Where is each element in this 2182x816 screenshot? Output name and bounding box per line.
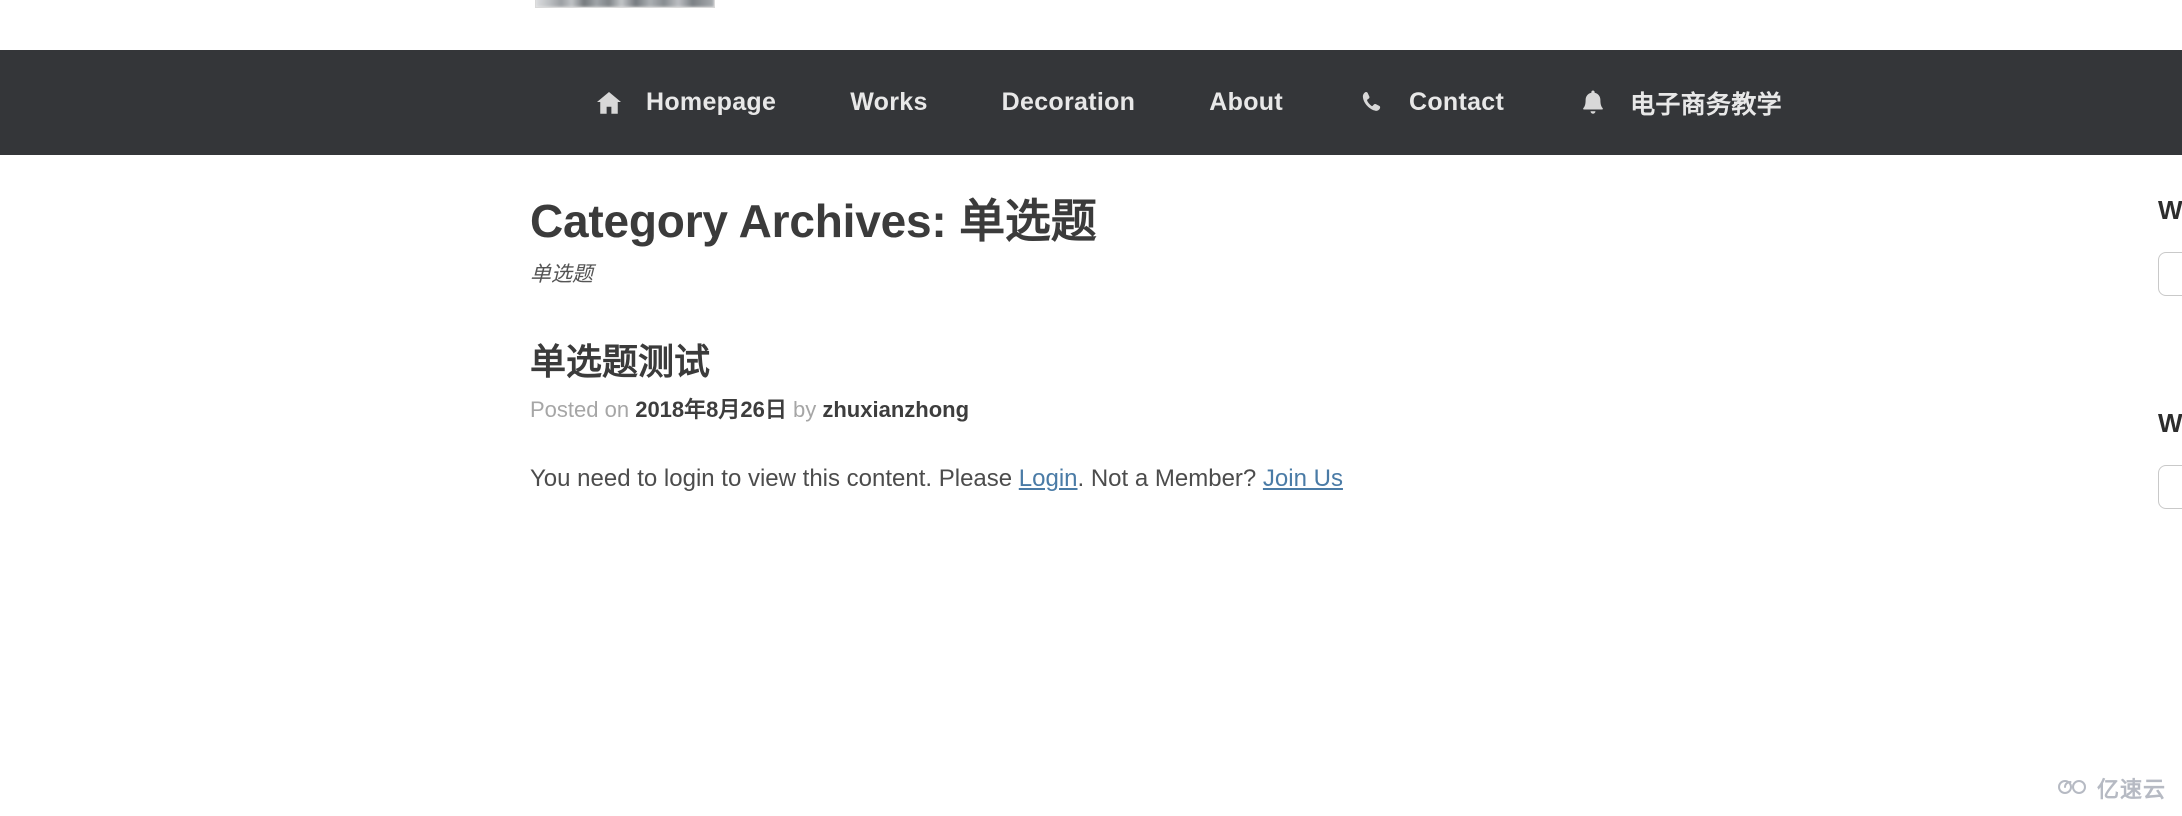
nav-item-ecommerce-teaching[interactable]: 电子商务教学 bbox=[1578, 85, 1782, 121]
phone-icon bbox=[1357, 88, 1387, 118]
post-meta-by-label: by bbox=[792, 397, 817, 423]
post-body-middle: . Not a Member? bbox=[1077, 464, 1263, 492]
sidebar-widget-2-title: W bbox=[2158, 408, 2182, 438]
post-item: 单选题测试 Posted on 2018年8月26日 by zhuxianzho… bbox=[530, 340, 1640, 497]
post-body: You need to login to view this content. … bbox=[530, 462, 1640, 497]
header-banner-image bbox=[535, 0, 715, 8]
nav-label-works: Works bbox=[850, 88, 928, 116]
header-banner-image-content bbox=[536, 0, 714, 7]
nav-item-works[interactable]: Works bbox=[850, 88, 927, 117]
nav-label-ecommerce-teaching: 电子商务教学 bbox=[1630, 90, 1782, 119]
archive-description: 单选题 bbox=[530, 262, 593, 286]
post-body-prefix: You need to login to view this content. … bbox=[530, 464, 1019, 492]
nav-label-about: About bbox=[1209, 88, 1283, 116]
main-navigation: Homepage Works Decoration About Contact … bbox=[0, 50, 2182, 155]
post-meta: Posted on 2018年8月26日 by zhuxianzhong bbox=[530, 396, 1640, 425]
post-meta-author[interactable]: zhuxianzhong bbox=[822, 397, 969, 422]
nav-item-about[interactable]: About bbox=[1209, 88, 1283, 117]
watermark: 亿速云 bbox=[2056, 772, 2166, 804]
main-content: Category Archives: 单选题 单选题 单选题测试 Posted … bbox=[530, 195, 1640, 521]
login-link[interactable]: Login bbox=[1019, 465, 1078, 492]
post-title[interactable]: 单选题测试 bbox=[530, 340, 1640, 383]
join-us-link[interactable]: Join Us bbox=[1263, 465, 1343, 492]
home-icon bbox=[594, 88, 624, 118]
nav-item-homepage[interactable]: Homepage bbox=[594, 88, 776, 118]
sidebar-widget-1-input[interactable] bbox=[2158, 252, 2182, 296]
sidebar: W W bbox=[2158, 195, 2182, 559]
sidebar-widget-1-title: W bbox=[2158, 195, 2182, 225]
watermark-text: 亿速云 bbox=[2096, 777, 2166, 802]
nav-item-contact[interactable]: Contact bbox=[1357, 88, 1504, 118]
page-title: Category Archives: 单选题 bbox=[530, 195, 1097, 247]
bell-icon bbox=[1578, 88, 1608, 118]
post-meta-date: 2018年8月26日 bbox=[635, 397, 787, 423]
nav-label-contact: Contact bbox=[1408, 88, 1505, 116]
sidebar-widget-2-input[interactable] bbox=[2158, 465, 2182, 509]
nav-item-decoration[interactable]: Decoration bbox=[1002, 88, 1136, 117]
post-meta-posted-label: Posted on bbox=[530, 397, 630, 423]
top-banner-strip bbox=[0, 0, 2182, 50]
cloud-icon bbox=[2056, 775, 2090, 802]
nav-label-decoration: Decoration bbox=[1001, 88, 1136, 116]
nav-label-homepage: Homepage bbox=[646, 88, 777, 116]
sidebar-widget-1: W bbox=[2158, 195, 2182, 296]
sidebar-widget-2: W bbox=[2158, 408, 2182, 509]
